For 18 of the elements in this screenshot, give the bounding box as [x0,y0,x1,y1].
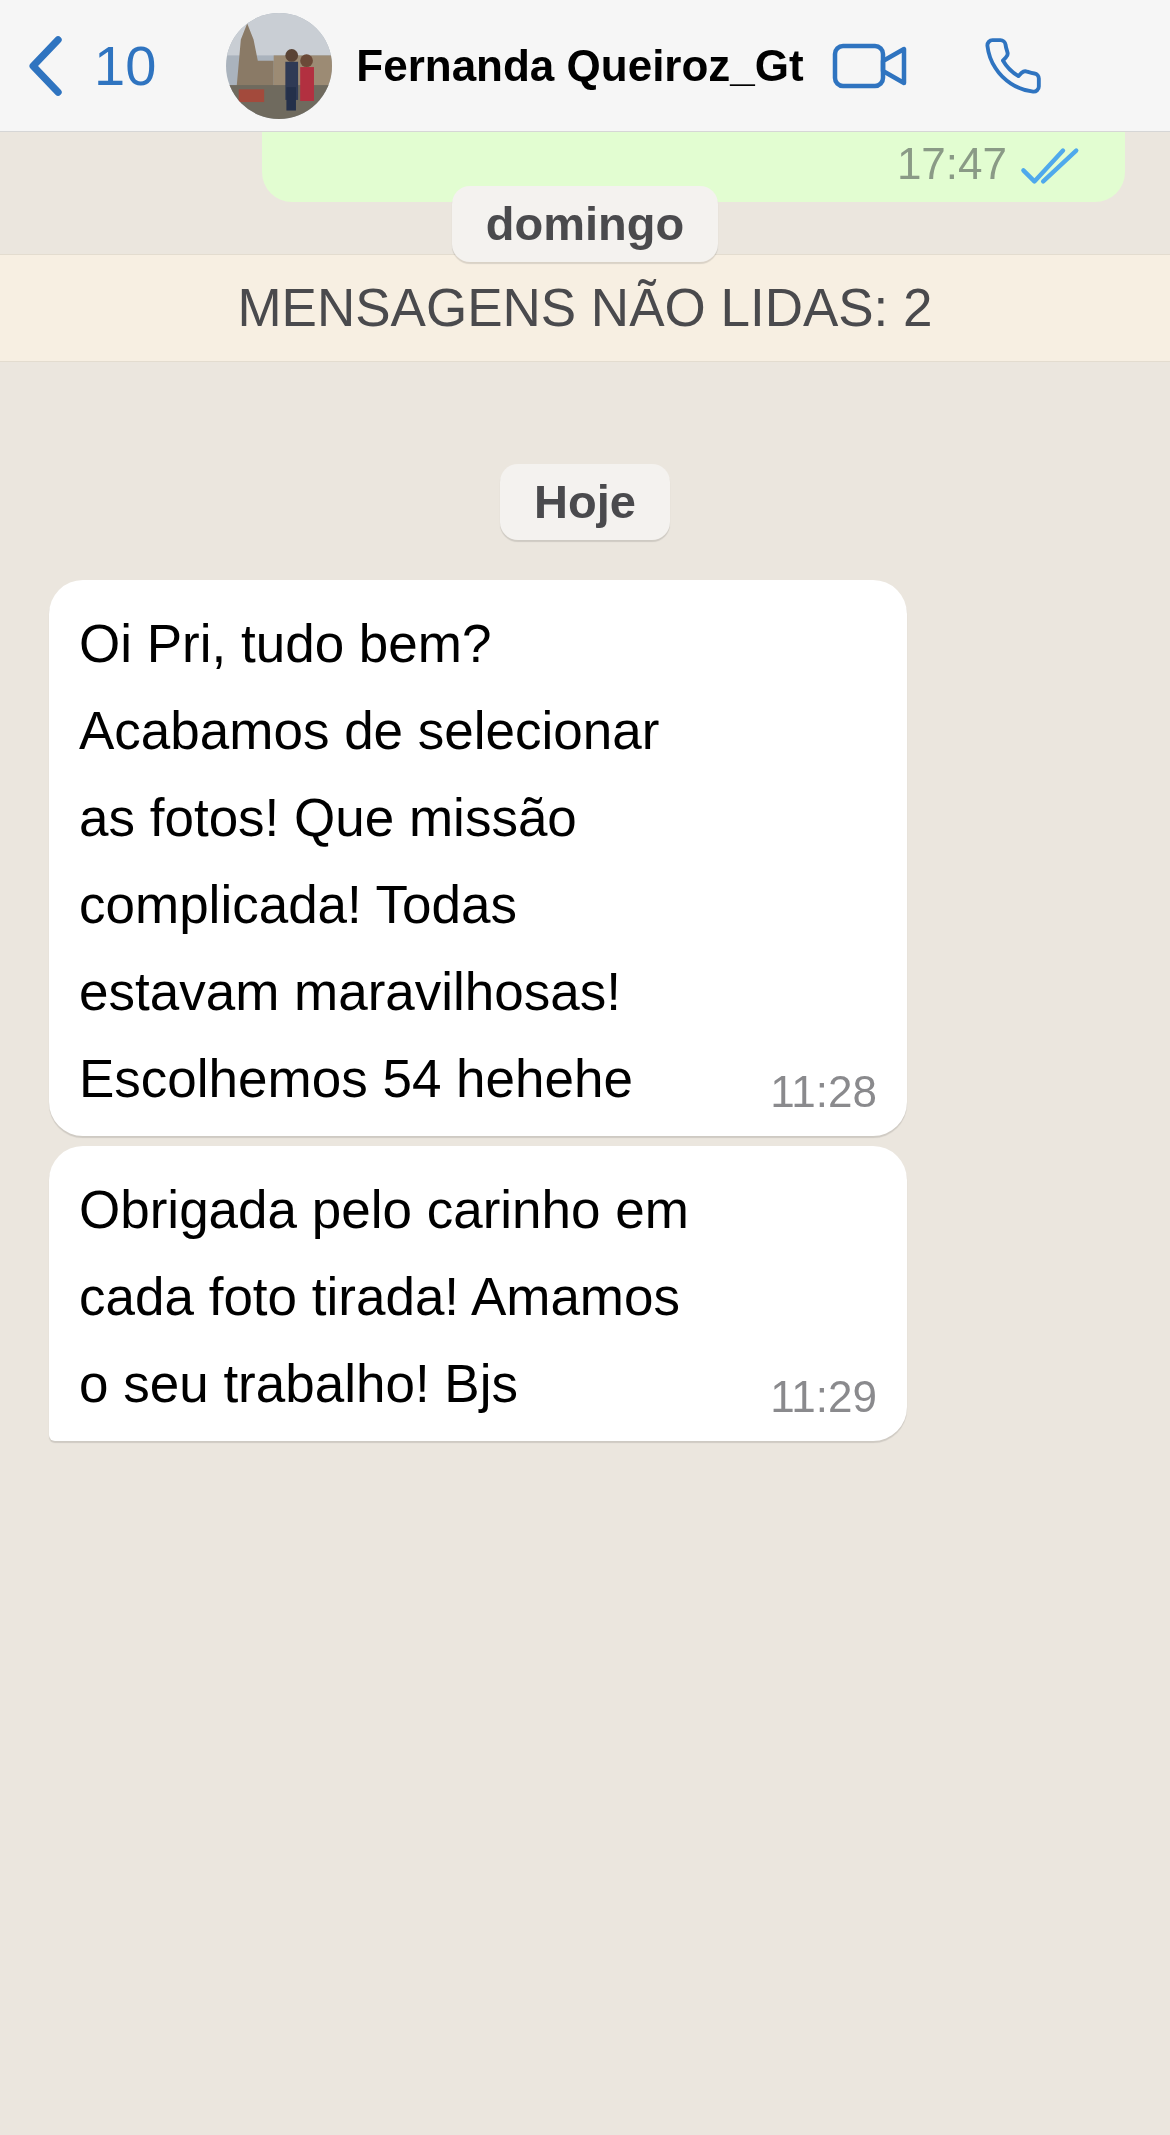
message-time: 11:28 [770,1066,877,1118]
message-line: Obrigada pelo carinho em [79,1179,689,1241]
date-label: Hoje [500,464,670,540]
message-line: Oi Pri, tudo bem? [79,613,492,675]
message-line: estavam maravilhosas! [79,961,621,1023]
back-button[interactable]: 10 [26,23,157,108]
message-time: 11:29 [770,1371,877,1423]
message-line: o seu trabalho! Bjs [79,1353,518,1415]
message-line: Acabamos de selecionar [79,700,660,762]
message-line: as fotos! Que missão [79,787,577,849]
unread-label: MENSAGENS NÃO LIDAS: 2 [237,277,933,340]
message-time: 17:47 [896,138,1007,190]
back-chevron-icon [26,34,64,97]
message-line: Escolhemos 54 hehehe [79,1048,633,1110]
message-line: cada foto tirada! Amamos [79,1266,680,1328]
contact-name[interactable]: Fernanda Queiroz_Gt [356,32,804,99]
date-label: domingo [451,186,719,262]
message-line: complicada! Todas [79,874,517,936]
